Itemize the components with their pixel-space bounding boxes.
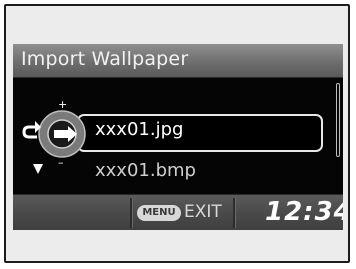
footer-divider [233,198,235,228]
scrollbar[interactable] [336,83,340,157]
clock-display: 12:34 [265,197,343,227]
dial-minus-label: – [58,156,64,169]
scroll-down-icon [33,164,43,174]
page-title: Import Wallpaper [21,48,189,70]
footer-bar: MENU EXIT 12:34 [13,194,343,230]
title-bar: Import Wallpaper [13,44,343,78]
dial-plus-label: + [58,98,67,111]
file-list: xxx01.jpg xxx01.bmp + – [13,78,343,194]
footer-divider [130,198,132,228]
navigation-screen: Import Wallpaper xxx01.jpg xxx01.bmp + – [13,44,343,230]
list-item-label-xxx01-jpg[interactable]: xxx01.jpg [95,119,183,140]
interface-dial-icon: + – [22,98,86,174]
menu-button-icon[interactable]: MENU [137,205,181,221]
list-item-label-xxx01-bmp[interactable]: xxx01.bmp [95,160,196,181]
exit-button[interactable]: EXIT [184,202,222,222]
